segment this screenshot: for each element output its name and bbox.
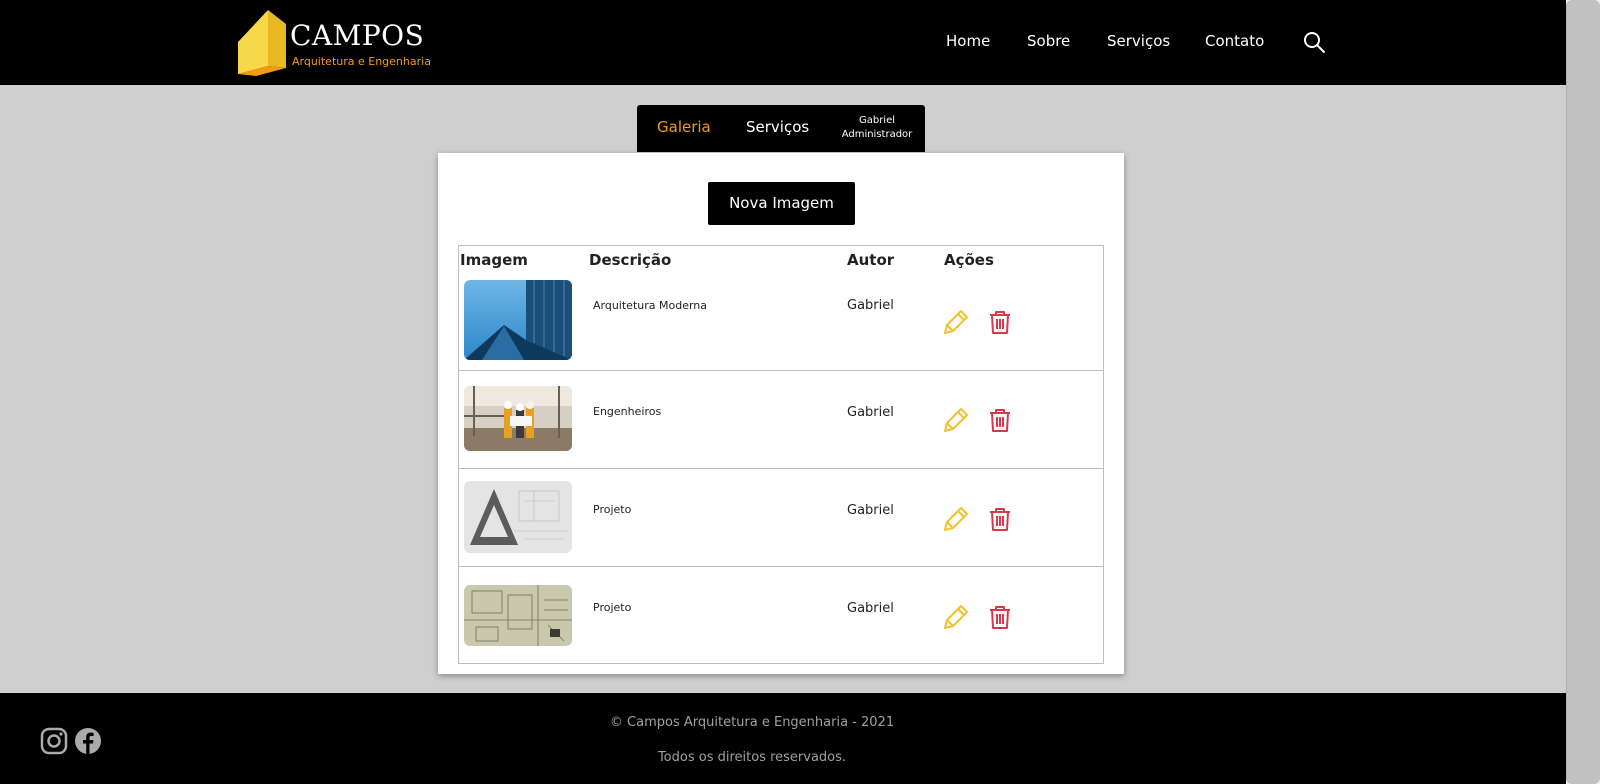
row-description: Engenheiros [593, 405, 662, 418]
image-thumbnail[interactable] [464, 386, 572, 451]
vertical-scrollbar[interactable] [1566, 0, 1600, 784]
scrollbar-thumb[interactable] [1566, 0, 1600, 784]
user-info[interactable]: Gabriel Administrador [837, 114, 917, 142]
copyright-text: © Campos Arquitetura e Engenharia - 2021 [609, 715, 895, 730]
row-author: Gabriel [847, 601, 894, 616]
trash-icon[interactable] [986, 308, 1014, 336]
image-thumbnail[interactable] [464, 280, 572, 360]
row-author: Gabriel [847, 298, 894, 313]
table-row: Projeto Gabriel [459, 468, 1103, 567]
trash-icon[interactable] [986, 603, 1014, 631]
row-description: Projeto [593, 503, 632, 516]
pencil-icon[interactable] [942, 505, 970, 533]
trash-icon[interactable] [986, 406, 1014, 434]
rights-text: Todos os direitos reservados. [657, 750, 847, 765]
row-author: Gabriel [847, 503, 894, 518]
building-logo-icon [238, 10, 286, 76]
row-description: Arquitetura Moderna [593, 299, 708, 312]
admin-tabs: Galeria Serviços Gabriel Administrador [637, 105, 925, 152]
column-header-acoes: Ações [944, 251, 994, 269]
table-row: Projeto Gabriel [459, 566, 1103, 665]
row-author: Gabriel [847, 405, 894, 420]
image-thumbnail[interactable] [464, 481, 572, 553]
search-icon[interactable] [1302, 30, 1326, 54]
user-name: Gabriel [858, 115, 896, 126]
trash-icon[interactable] [986, 505, 1014, 533]
tab-servicos[interactable]: Serviços [746, 118, 809, 136]
campos-logo[interactable]: CAMPOS Arquitetura e Engenharia [236, 8, 431, 78]
gallery-panel: Nova Imagem Imagem Descrição Autor Ações [438, 153, 1124, 674]
table-row: Arquitetura Moderna Gabriel [459, 272, 1103, 370]
nav-contato[interactable]: Contato [1205, 32, 1264, 52]
tab-galeria[interactable]: Galeria [657, 118, 711, 136]
top-navbar: CAMPOS Arquitetura e Engenharia Home Sob… [0, 0, 1600, 85]
image-thumbnail[interactable] [464, 585, 572, 646]
column-header-imagem: Imagem [460, 251, 528, 269]
gallery-table: Imagem Descrição Autor Ações Arquitetura… [458, 245, 1104, 664]
column-header-descricao: Descrição [589, 251, 672, 269]
table-row: Engenheiros Gabriel [459, 370, 1103, 469]
pencil-icon[interactable] [942, 308, 970, 336]
nav-servicos[interactable]: Serviços [1107, 32, 1170, 52]
user-role: Administrador [841, 129, 913, 140]
site-footer: © Campos Arquitetura e Engenharia - 2021… [0, 693, 1566, 784]
pencil-icon[interactable] [942, 406, 970, 434]
new-image-button[interactable]: Nova Imagem [708, 182, 855, 225]
brand-name: CAMPOS [290, 19, 425, 52]
nav-sobre[interactable]: Sobre [1027, 32, 1070, 52]
pencil-icon[interactable] [942, 603, 970, 631]
nav-home[interactable]: Home [946, 32, 990, 52]
column-header-autor: Autor [847, 251, 895, 269]
row-description: Projeto [593, 601, 632, 614]
brand-subtitle: Arquitetura e Engenharia [292, 55, 431, 68]
